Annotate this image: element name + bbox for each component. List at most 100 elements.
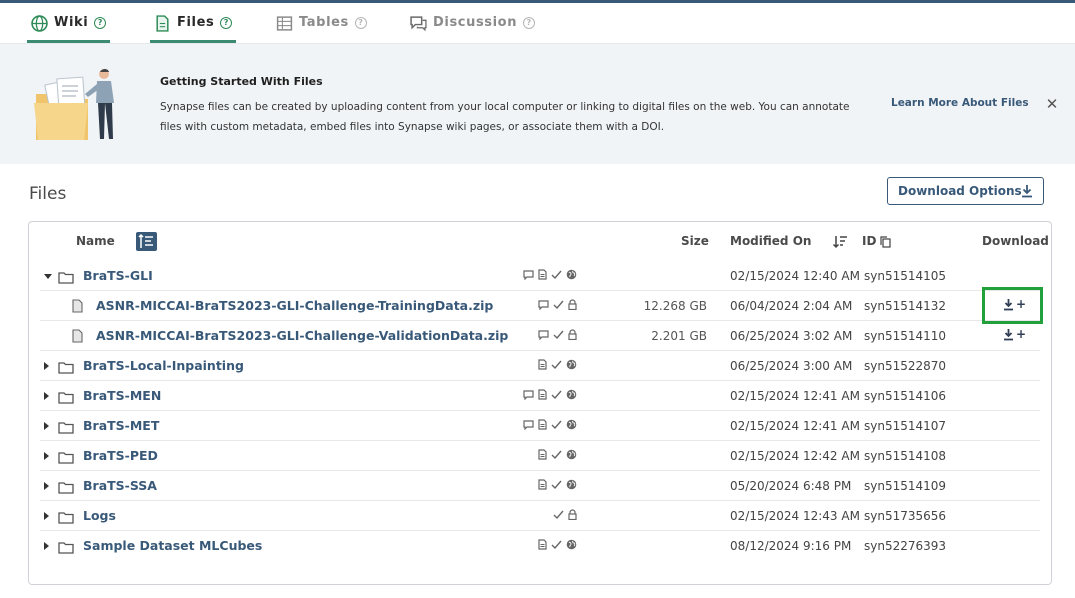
modified-date: 06/25/2024 3:02 AM xyxy=(730,329,853,343)
tab-tables[interactable]: Tables ? xyxy=(276,15,367,43)
entity-badges xyxy=(538,359,577,370)
entity-name-link[interactable]: Logs xyxy=(83,508,116,523)
synapse-id: syn51514132 xyxy=(864,299,947,313)
modified-date: 05/20/2024 6:48 PM xyxy=(730,479,852,493)
column-header-size[interactable]: Size xyxy=(681,234,709,248)
help-icon[interactable]: ? xyxy=(94,17,107,29)
caret-right-icon[interactable] xyxy=(44,362,49,370)
doc-icon xyxy=(538,389,547,400)
tab-wiki[interactable]: Wiki ? xyxy=(27,15,111,43)
folder-row[interactable]: BraTS-SSA 05/20/2024 6:48 PM syn51514109 xyxy=(40,471,1040,501)
entity-name-link[interactable]: BraTS-SSA xyxy=(83,478,157,493)
entity-name-link[interactable]: ASNR-MICCAI-BraTS2023-GLI-Challenge-Trai… xyxy=(96,298,493,313)
copy-icon[interactable] xyxy=(880,236,891,248)
caret-right-icon[interactable] xyxy=(44,392,49,400)
download-options-button[interactable]: Download Options xyxy=(887,177,1044,205)
file-icon xyxy=(156,15,169,32)
column-header-name[interactable]: Name xyxy=(76,234,115,248)
globe-icon xyxy=(566,449,577,460)
column-header-download: Download xyxy=(982,234,1049,248)
entity-badges xyxy=(523,269,577,280)
help-icon[interactable]: ? xyxy=(523,17,536,29)
modified-date: 02/15/2024 12:42 AM xyxy=(730,449,860,463)
files-illustration-icon xyxy=(34,69,114,140)
folder-icon xyxy=(58,449,74,464)
sort-desc-icon[interactable] xyxy=(832,235,848,249)
entity-badges xyxy=(538,449,577,460)
entity-name-link[interactable]: BraTS-MET xyxy=(83,418,159,433)
tab-wiki-label: Wiki xyxy=(54,15,89,30)
close-icon[interactable]: ✕ xyxy=(1045,97,1059,112)
getting-started-banner: Getting Started With Files Synapse files… xyxy=(0,43,1075,164)
file-size: 2.201 GB xyxy=(651,329,707,343)
table-icon xyxy=(276,16,293,31)
file-row[interactable]: ASNR-MICCAI-BraTS2023-GLI-Challenge-Trai… xyxy=(40,291,1040,321)
check-icon xyxy=(551,420,562,430)
tab-tables-label: Tables xyxy=(299,15,349,30)
folder-row[interactable]: BraTS-MEN 02/15/2024 12:41 AM syn51514106 xyxy=(40,381,1040,411)
folder-row[interactable]: Logs 02/15/2024 12:43 AM syn51735656 xyxy=(40,501,1040,531)
synapse-id: syn51735656 xyxy=(864,509,947,523)
file-row[interactable]: ASNR-MICCAI-BraTS2023-GLI-Challenge-Vali… xyxy=(40,321,1040,351)
learn-more-link[interactable]: Learn More About Files xyxy=(891,97,1029,109)
entity-badges xyxy=(538,299,577,310)
check-icon xyxy=(553,510,564,520)
modified-date: 02/15/2024 12:43 AM xyxy=(730,509,860,523)
synapse-id: syn51514109 xyxy=(864,479,947,493)
column-header-modified[interactable]: Modified On xyxy=(730,234,811,248)
highlight-box xyxy=(982,287,1043,324)
caret-right-icon[interactable] xyxy=(44,422,49,430)
caret-right-icon[interactable] xyxy=(44,542,49,550)
tab-files[interactable]: Files ? xyxy=(150,15,237,43)
synapse-id: syn52276393 xyxy=(864,539,947,553)
entity-name-link[interactable]: BraTS-MEN xyxy=(83,388,161,403)
entity-name-link[interactable]: BraTS-PED xyxy=(83,448,158,463)
entity-badges xyxy=(553,509,577,520)
tab-discussion[interactable]: Discussion ? xyxy=(410,15,536,43)
modified-date: 02/15/2024 12:40 AM xyxy=(730,269,860,283)
folder-row[interactable]: BraTS-GLI 02/15/2024 12:40 AM syn51514105 xyxy=(40,261,1040,291)
globe-icon xyxy=(566,419,577,430)
modified-date: 08/12/2024 9:16 PM xyxy=(730,539,852,553)
file-icon xyxy=(72,298,88,313)
help-icon[interactable]: ? xyxy=(220,17,233,29)
entity-name-link[interactable]: BraTS-GLI xyxy=(83,268,153,283)
add-to-download-button[interactable]: + xyxy=(1003,327,1026,341)
caret-right-icon[interactable] xyxy=(44,452,49,460)
download-icon xyxy=(1003,328,1014,341)
lock-icon xyxy=(568,509,577,520)
tab-bar: Wiki ? Files ? Tables ? Discussion ? xyxy=(0,3,1075,43)
entity-name-link[interactable]: BraTS-Local-Inpainting xyxy=(83,358,244,373)
entity-name-link[interactable]: ASNR-MICCAI-BraTS2023-GLI-Challenge-Vali… xyxy=(96,328,508,343)
folder-row[interactable]: BraTS-Local-Inpainting 06/25/2024 3:00 AM… xyxy=(40,351,1040,381)
check-icon xyxy=(551,450,562,460)
caret-down-icon[interactable] xyxy=(44,274,52,279)
entity-badges xyxy=(523,419,577,430)
sort-tree-icon[interactable] xyxy=(136,232,157,251)
entity-badges xyxy=(538,539,577,550)
folder-icon xyxy=(58,269,74,284)
tab-discussion-label: Discussion xyxy=(433,15,518,30)
lock-icon xyxy=(568,329,577,340)
banner-title: Getting Started With Files xyxy=(160,75,323,88)
synapse-id: syn51522870 xyxy=(864,359,947,373)
folder-icon xyxy=(58,539,74,554)
column-header-id[interactable]: ID xyxy=(862,234,876,248)
entity-badges xyxy=(523,389,577,400)
folder-icon xyxy=(58,389,74,404)
check-icon xyxy=(551,390,562,400)
check-icon xyxy=(551,540,562,550)
caret-right-icon[interactable] xyxy=(44,482,49,490)
caret-right-icon[interactable] xyxy=(44,512,49,520)
folder-row[interactable]: BraTS-MET 02/15/2024 12:41 AM syn51514107 xyxy=(40,411,1040,441)
entity-name-link[interactable]: Sample Dataset MLCubes xyxy=(83,538,262,553)
entity-badges xyxy=(538,479,577,490)
folder-row[interactable]: BraTS-PED 02/15/2024 12:42 AM syn51514108 xyxy=(40,441,1040,471)
folder-row[interactable]: Sample Dataset MLCubes 08/12/2024 9:16 PM… xyxy=(40,531,1040,561)
globe-icon xyxy=(566,269,577,280)
folder-icon xyxy=(58,419,74,434)
file-icon xyxy=(72,328,88,343)
file-size: 12.268 GB xyxy=(643,299,707,313)
help-icon[interactable]: ? xyxy=(354,17,367,29)
globe-icon xyxy=(566,479,577,490)
